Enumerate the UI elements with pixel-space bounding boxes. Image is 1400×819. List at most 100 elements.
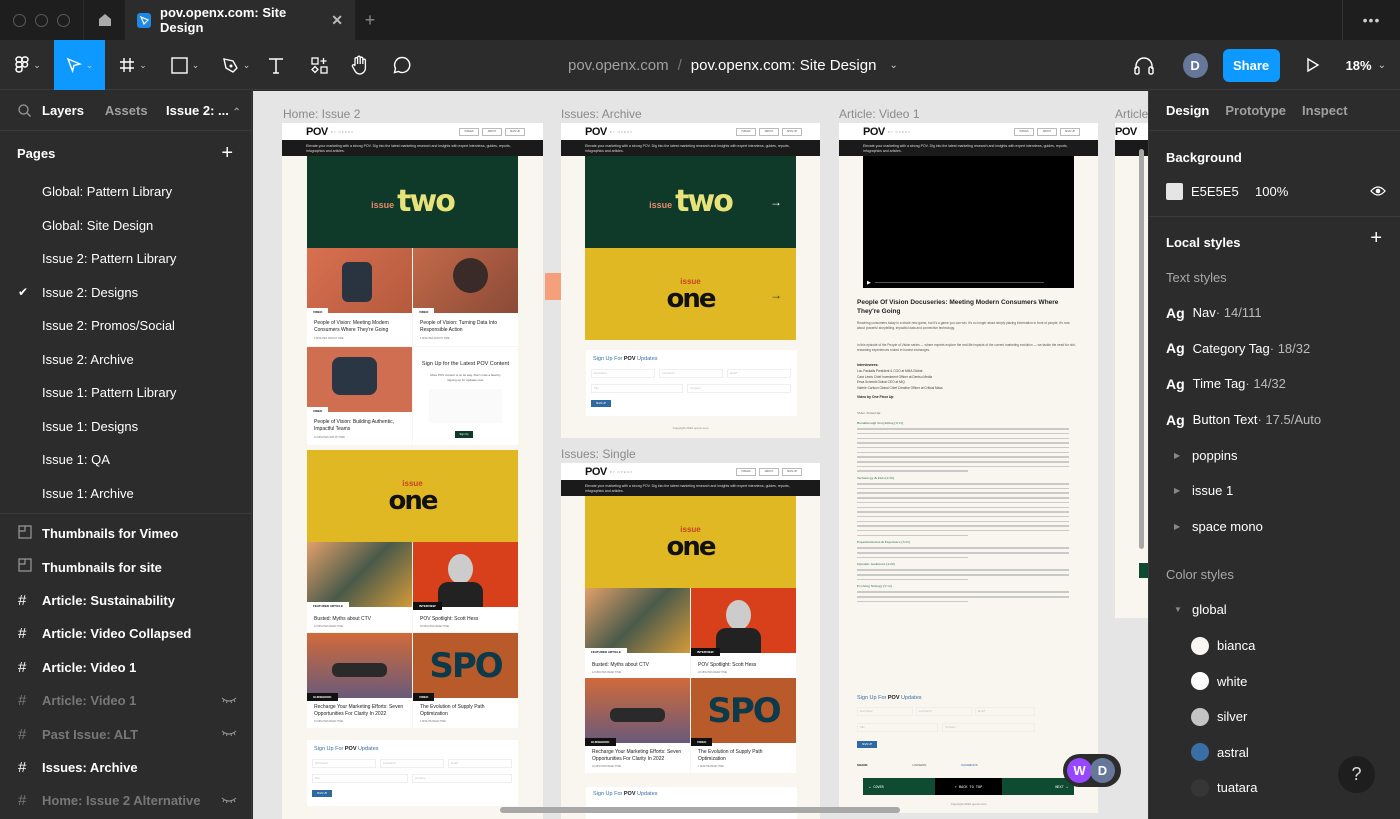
frame-article-video-1[interactable]: POV BY OPENX ISSUES ABOUT SIGN UP Elevate yo… bbox=[839, 123, 1098, 813]
tab-inspect[interactable]: Inspect bbox=[1302, 103, 1348, 118]
frame-label-single[interactable]: Issues: Single bbox=[561, 447, 636, 461]
frame-issues-single[interactable]: POV BY OPENX ISSUES ABOUT SIGN UP Elevate yo… bbox=[561, 463, 820, 819]
comment-tool[interactable] bbox=[388, 40, 416, 90]
close-window-button[interactable] bbox=[13, 13, 26, 27]
layer-item[interactable]: # Past Issue: ALT bbox=[0, 717, 251, 750]
search-icon[interactable] bbox=[18, 104, 31, 117]
eye-icon[interactable] bbox=[1370, 185, 1386, 197]
site-nav-buttons: ISSUES ABOUT SIGN UP bbox=[1014, 127, 1080, 136]
frame-label-archive[interactable]: Issues: Archive bbox=[561, 107, 642, 121]
present-play-icon[interactable] bbox=[1306, 57, 1320, 73]
new-tab-button[interactable]: + bbox=[355, 10, 385, 31]
page-item[interactable]: Issue 2: Promos/Social bbox=[0, 309, 251, 343]
text-style-size: · 17.5/Auto bbox=[1257, 412, 1322, 428]
chevron-down-icon[interactable]: ⌄ bbox=[889, 60, 897, 71]
text-tool[interactable] bbox=[262, 40, 290, 90]
text-style-item[interactable]: Ag Button Text · 17.5/Auto bbox=[1149, 402, 1400, 438]
add-page-button[interactable]: + bbox=[221, 142, 233, 165]
move-tool[interactable]: ⌄ bbox=[54, 40, 105, 90]
layer-item[interactable]: # Article: Sustainability bbox=[0, 584, 251, 617]
text-style-name: Time Tag bbox=[1192, 376, 1246, 392]
more-menu-button[interactable]: ••• bbox=[1342, 0, 1400, 40]
background-hex[interactable]: E5E5E5 bbox=[1191, 184, 1239, 199]
file-tab[interactable]: pov.openx.com: Site Design ✕ bbox=[125, 0, 355, 40]
tab-assets[interactable]: Assets bbox=[105, 103, 148, 118]
frame-issues-archive[interactable]: POV BY OPENX ISSUES ABOUT SIGN UP Elevate yo… bbox=[561, 123, 820, 438]
file-name[interactable]: pov.openx.com: Site Design bbox=[691, 57, 877, 74]
maximize-window-button[interactable] bbox=[57, 13, 70, 27]
layer-item[interactable]: Thumbnails for site bbox=[0, 550, 251, 583]
text-style-group[interactable]: ▶ space mono bbox=[1149, 509, 1400, 545]
signup-button: SIGN UP bbox=[312, 790, 332, 797]
hand-tool[interactable] bbox=[346, 40, 374, 90]
tab-design[interactable]: Design bbox=[1166, 103, 1209, 118]
pen-tool[interactable]: ⌄ bbox=[216, 40, 256, 90]
eye-closed-icon[interactable] bbox=[221, 728, 237, 740]
page-item[interactable]: Issue 2: Archive bbox=[0, 343, 251, 377]
text-style-item[interactable]: Ag Category Tag · 18/32 bbox=[1149, 331, 1400, 367]
help-button[interactable]: ? bbox=[1338, 756, 1375, 793]
close-tab-icon[interactable]: ✕ bbox=[331, 12, 343, 29]
frame-tool[interactable]: ⌄ bbox=[113, 40, 153, 90]
color-style-item[interactable]: silver bbox=[1149, 699, 1400, 735]
color-group-global[interactable]: ▼ global bbox=[1149, 592, 1400, 628]
layer-item[interactable]: # Home: Issue 2 Alternative bbox=[0, 784, 251, 817]
avatar-w[interactable]: W bbox=[1067, 758, 1092, 783]
background-opacity[interactable]: 100% bbox=[1255, 184, 1288, 199]
text-style-item[interactable]: Ag Nav · 14/111 bbox=[1149, 295, 1400, 331]
page-item[interactable]: Issue 1: Pattern Library bbox=[0, 376, 251, 410]
tab-layers[interactable]: Layers bbox=[42, 103, 84, 118]
signup-form: Sign Up For POV Updates bbox=[586, 787, 797, 819]
add-style-button[interactable]: + bbox=[1370, 227, 1382, 250]
resources-tool[interactable] bbox=[305, 40, 333, 90]
page-item[interactable]: Global: Pattern Library bbox=[0, 175, 251, 209]
text-style-group[interactable]: ▶ issue 1 bbox=[1149, 473, 1400, 509]
vertical-scrollbar[interactable] bbox=[1139, 149, 1144, 549]
shape-tool[interactable]: ⌄ bbox=[165, 40, 205, 90]
minimize-window-button[interactable] bbox=[35, 13, 48, 27]
home-button[interactable] bbox=[83, 0, 125, 40]
frame-home-issue-2[interactable]: POV BY OPENX ISSUES ABOUT SIGN UP Elevate yo… bbox=[282, 123, 543, 819]
frame-icon: # bbox=[18, 658, 27, 676]
page-item[interactable]: ✔ Issue 2: Designs bbox=[0, 276, 251, 310]
zoom-level[interactable]: 18% bbox=[1346, 58, 1372, 73]
page-item[interactable]: Issue 1: Archive bbox=[0, 477, 251, 511]
layer-item[interactable]: Thumbnails for Vimeo bbox=[0, 517, 251, 550]
layers-list: Thumbnails for Vimeo Thumbnails for site #… bbox=[0, 517, 251, 818]
current-page-selector[interactable]: Issue 2: ... ⌃ bbox=[166, 103, 241, 118]
chevron-down-icon[interactable]: ⌄ bbox=[1378, 60, 1386, 71]
eye-closed-icon[interactable] bbox=[221, 695, 237, 707]
user-avatar[interactable]: D bbox=[1182, 52, 1208, 78]
share-button[interactable]: Share bbox=[1222, 48, 1280, 82]
eye-closed-icon[interactable] bbox=[221, 795, 237, 807]
horizontal-scrollbar[interactable] bbox=[500, 807, 900, 813]
color-style-item[interactable]: bianca bbox=[1149, 628, 1400, 664]
page-item[interactable]: Issue 2: Pattern Library bbox=[0, 242, 251, 276]
frame-label-video[interactable]: Article: Video 1 bbox=[839, 107, 920, 121]
avatar-d[interactable]: D bbox=[1090, 758, 1115, 783]
canvas[interactable]: Home: Issue 2 POV BY OPENX ISSUES ABOUT SIGN… bbox=[253, 91, 1148, 819]
layer-item[interactable]: # Article: Video 1 bbox=[0, 684, 251, 717]
main-menu-button[interactable]: ⌄ bbox=[8, 40, 48, 90]
card-tag: VIDEO bbox=[307, 308, 329, 316]
layer-item[interactable]: # Article: Video Collapsed bbox=[0, 617, 251, 650]
page-item[interactable]: Issue 1: QA bbox=[0, 443, 251, 477]
layer-item[interactable]: # Article: Video 1 bbox=[0, 651, 251, 684]
text-style-item[interactable]: Ag Time Tag · 14/32 bbox=[1149, 366, 1400, 402]
page-item[interactable]: Issue 1: Designs bbox=[0, 410, 251, 444]
headphones-icon[interactable] bbox=[1133, 55, 1155, 75]
breadcrumb-project[interactable]: pov.openx.com bbox=[568, 57, 669, 74]
frame-label-home[interactable]: Home: Issue 2 bbox=[283, 107, 360, 121]
share-row: SHARE LINKEDIN FACEBOOK TWITTER bbox=[857, 763, 1078, 767]
transcript-text-line bbox=[857, 451, 1070, 454]
background-swatch[interactable] bbox=[1166, 182, 1183, 200]
tab-prototype[interactable]: Prototype bbox=[1225, 103, 1286, 118]
background-section: Background E5E5E5 100% bbox=[1149, 131, 1400, 217]
frame-label-partial[interactable]: Article bbox=[1115, 107, 1148, 121]
multiplayer-presence[interactable]: W D bbox=[1063, 754, 1121, 787]
layer-item[interactable]: # Issues: Archive bbox=[0, 751, 251, 784]
logo-subtitle: BY OPENX bbox=[609, 469, 634, 474]
page-item[interactable]: Global: Site Design bbox=[0, 209, 251, 243]
color-style-item[interactable]: white bbox=[1149, 663, 1400, 699]
text-style-group[interactable]: ▶ poppins bbox=[1149, 437, 1400, 473]
